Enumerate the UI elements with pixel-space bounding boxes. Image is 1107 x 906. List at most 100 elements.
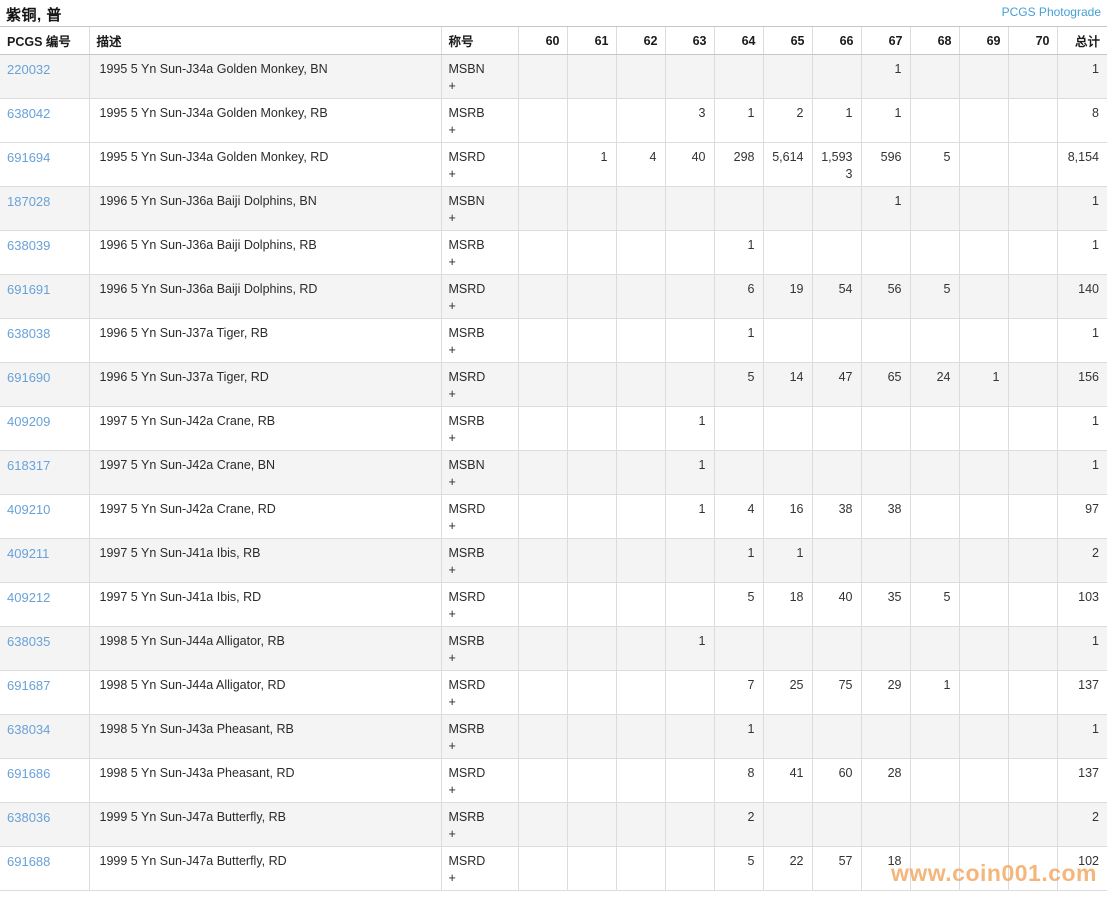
grade-cell-60 — [517, 98, 567, 143]
grade-cell-63 — [664, 802, 714, 847]
pcgs-number-link[interactable]: 220032 — [7, 62, 50, 77]
grade-cell-65: 16 — [762, 494, 812, 539]
grade-cell-61 — [566, 186, 616, 231]
grade-cell-62 — [615, 450, 665, 495]
coin-description: 1996 5 Yn Sun-J36a Baiji Dolphins, BN — [88, 186, 441, 231]
grade-cell-62 — [615, 186, 665, 231]
designation-plus-label: + — [448, 607, 456, 621]
pcgs-number-link[interactable]: 409210 — [7, 502, 50, 517]
grade-cell-68 — [909, 318, 959, 363]
grade-count: 1 — [698, 458, 706, 472]
pcgs-number-link[interactable]: 638034 — [7, 722, 50, 737]
pcgs-number-link[interactable]: 409212 — [7, 590, 50, 605]
pcgs-number-link[interactable]: 618317 — [7, 458, 50, 473]
grade-count: 1 — [747, 546, 755, 560]
pcgs-number-link[interactable]: 638039 — [7, 238, 50, 253]
grade-cell-68 — [909, 98, 959, 143]
pcgs-number-link[interactable]: 409209 — [7, 414, 50, 429]
grade-cell-69 — [958, 670, 1008, 715]
total-cell: 1 — [1056, 54, 1107, 99]
pcgs-number-link[interactable]: 691686 — [7, 766, 50, 781]
grade-cell-65 — [762, 714, 812, 759]
grade-cell-64: 1 — [713, 714, 763, 759]
grade-cell-63: 1 — [664, 494, 714, 539]
grade-cell-70 — [1007, 846, 1057, 891]
grade-cell-63 — [664, 538, 714, 583]
grade-cell-67 — [860, 626, 910, 671]
grade-cell-68 — [909, 54, 959, 99]
pcgs-number-link[interactable]: 409211 — [7, 546, 49, 561]
col-header-grade-64: 64 — [713, 26, 763, 55]
grade-cell-61 — [566, 714, 616, 759]
grade-cell-67: 18 — [860, 846, 910, 891]
pcgs-number-link[interactable]: 187028 — [7, 194, 50, 209]
grade-count: 38 — [887, 502, 902, 516]
designation-cell: MSRD + — [440, 758, 518, 803]
designation-cell: MSRB + — [440, 406, 518, 451]
grade-cell-64: 8 — [713, 758, 763, 803]
grade-count: 5 — [747, 590, 755, 604]
grade-cell-67: 1 — [860, 98, 910, 143]
grade-cell-61 — [566, 626, 616, 671]
grade-cell-62: 4 — [615, 142, 665, 187]
grade-cell-67: 65 — [860, 362, 910, 407]
pcgs-number-link[interactable]: 638035 — [7, 634, 50, 649]
grade-count: 18 — [789, 590, 804, 604]
grade-cell-69 — [958, 186, 1008, 231]
grade-cell-62 — [615, 758, 665, 803]
pcgs-number-link[interactable]: 638038 — [7, 326, 50, 341]
grade-count: 22 — [789, 854, 804, 868]
grade-cell-61 — [566, 230, 616, 275]
grade-cell-66: 1 — [811, 98, 861, 143]
designation-label: MSBN — [448, 194, 485, 208]
grade-cell-66 — [811, 802, 861, 847]
designation-label: MSRB — [448, 810, 485, 824]
grade-cell-63: 40 — [664, 142, 714, 187]
grade-cell-67: 28 — [860, 758, 910, 803]
grade-cell-60 — [517, 186, 567, 231]
grade-count: 1 — [894, 194, 902, 208]
grade-cell-60 — [517, 714, 567, 759]
grade-cell-65: 2 — [762, 98, 812, 143]
grade-count: 1 — [747, 326, 755, 340]
total-cell: 156 — [1056, 362, 1107, 407]
designation-plus-label: + — [448, 827, 456, 841]
grade-cell-67: 596 — [860, 142, 910, 187]
grade-cell-61 — [566, 582, 616, 627]
grade-count: 35 — [887, 590, 902, 604]
grade-cell-60 — [517, 450, 567, 495]
pcgs-number-link[interactable]: 638042 — [7, 106, 50, 121]
table-row: 691694 1995 5 Yn Sun-J34a Golden Monkey, … — [0, 142, 1107, 187]
designation-label: MSRD — [448, 502, 486, 516]
pcgs-number-link[interactable]: 638036 — [7, 810, 50, 825]
grade-cell-62 — [615, 274, 665, 319]
grade-cell-62 — [615, 714, 665, 759]
col-header-grade-62: 62 — [615, 26, 665, 55]
grade-cell-61 — [566, 362, 616, 407]
grade-cell-64 — [713, 450, 763, 495]
pcgs-number-link[interactable]: 691694 — [7, 150, 50, 165]
designation-cell: MSRB + — [440, 538, 518, 583]
grade-cell-70 — [1007, 450, 1057, 495]
pcgs-number-link[interactable]: 691691 — [7, 282, 50, 297]
pcgs-number-cell: 691688 — [0, 846, 89, 891]
coin-description: 1995 5 Yn Sun-J34a Golden Monkey, RB — [88, 98, 441, 143]
grade-cell-63 — [664, 54, 714, 99]
pcgs-number-link[interactable]: 691690 — [7, 370, 50, 385]
pcgs-number-link[interactable]: 691687 — [7, 678, 50, 693]
grade-cell-69 — [958, 626, 1008, 671]
grade-cell-70 — [1007, 406, 1057, 451]
pcgs-number-cell: 691694 — [0, 142, 89, 187]
grade-count: 60 — [838, 766, 853, 780]
photograde-link[interactable]: PCGS Photograde — [1002, 5, 1101, 19]
grade-cell-60 — [517, 582, 567, 627]
grade-cell-69 — [958, 54, 1008, 99]
designation-label: MSRD — [448, 370, 486, 384]
designation-plus-label: + — [448, 343, 456, 357]
pcgs-number-link[interactable]: 691688 — [7, 854, 50, 869]
grade-cell-70 — [1007, 54, 1057, 99]
table-row: 691687 1998 5 Yn Sun-J44a Alligator, RD MS… — [0, 670, 1107, 715]
grade-cell-70 — [1007, 714, 1057, 759]
col-header-grade-63: 63 — [664, 26, 714, 55]
designation-label: MSRB — [448, 106, 485, 120]
